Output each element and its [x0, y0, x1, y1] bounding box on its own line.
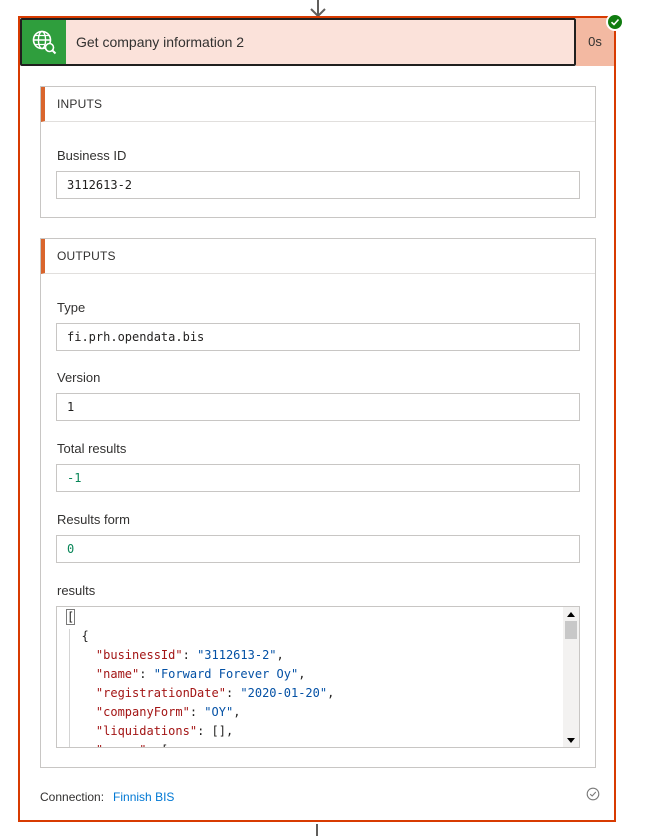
version-label: Version [57, 370, 101, 385]
json-line: "names": [ [67, 741, 563, 747]
json-key: "registrationDate" [95, 686, 226, 700]
json-line: [ [65, 608, 563, 627]
connection-footer: Connection: Finnish BIS [40, 790, 174, 804]
connector-icon-box [22, 20, 66, 64]
scroll-thumb[interactable] [565, 621, 577, 639]
connection-label: Connection: [40, 790, 105, 804]
connector-line-bottom [316, 824, 318, 836]
json-key: "liquidations" [95, 724, 198, 738]
json-key: "companyForm" [95, 705, 190, 719]
json-value: "Forward Forever Oy" [153, 667, 299, 681]
json-line: "businessId": "3112613-2", [95, 648, 284, 662]
json-line: "liquidations": [], [95, 724, 234, 738]
json-line: "registrationDate": "2020-01-20", [95, 686, 335, 700]
results-form-label: Results form [57, 512, 130, 527]
business-id-label: Business ID [57, 148, 127, 163]
total-results-value[interactable]: -1 [56, 464, 580, 492]
json-line: "companyForm": "OY", [95, 705, 241, 719]
json-value: "2020-01-20" [240, 686, 328, 700]
json-key: "name" [95, 667, 140, 681]
success-check-icon [606, 13, 624, 31]
connection-link[interactable]: Finnish BIS [113, 790, 174, 804]
json-key: "names" [96, 743, 147, 747]
type-label: Type [57, 300, 86, 315]
scroll-down-arrow-icon[interactable] [563, 733, 579, 747]
json-bracket: { [67, 629, 89, 643]
inputs-heading: INPUTS [41, 87, 595, 122]
action-card: Get company information 2 0s INPUTS Busi… [18, 13, 624, 822]
outputs-section: OUTPUTS Type fi.prh.opendata.bis Version… [40, 238, 596, 768]
results-scrollbar[interactable] [563, 607, 579, 747]
results-json-code: [ { "businessId": "3112613-2", "name": "… [57, 607, 563, 747]
results-form-value[interactable]: 0 [56, 535, 580, 563]
json-value: [ [161, 743, 168, 747]
globe-search-icon [32, 30, 57, 55]
json-value: [] [211, 724, 226, 738]
scroll-up-arrow-icon[interactable] [563, 607, 579, 621]
json-line: { [67, 627, 563, 646]
type-value[interactable]: fi.prh.opendata.bis [56, 323, 580, 351]
action-title: Get company information 2 [76, 34, 245, 50]
inputs-section: INPUTS Business ID 3112613-2 [40, 86, 596, 218]
connection-ok-icon [586, 787, 600, 801]
results-json-viewer[interactable]: [ { "businessId": "3112613-2", "name": "… [56, 606, 580, 748]
outputs-heading: OUTPUTS [41, 239, 595, 274]
json-line: "name": "Forward Forever Oy", [95, 667, 306, 681]
total-results-label: Total results [57, 441, 127, 456]
json-value: "OY" [204, 705, 234, 719]
json-bracket: [ [65, 609, 76, 625]
results-label: results [57, 583, 96, 598]
action-header[interactable]: Get company information 2 [20, 18, 576, 66]
json-value: "3112613-2" [197, 648, 277, 662]
json-key: "businessId" [95, 648, 183, 662]
business-id-value[interactable]: 3112613-2 [56, 171, 580, 199]
version-value[interactable]: 1 [56, 393, 580, 421]
